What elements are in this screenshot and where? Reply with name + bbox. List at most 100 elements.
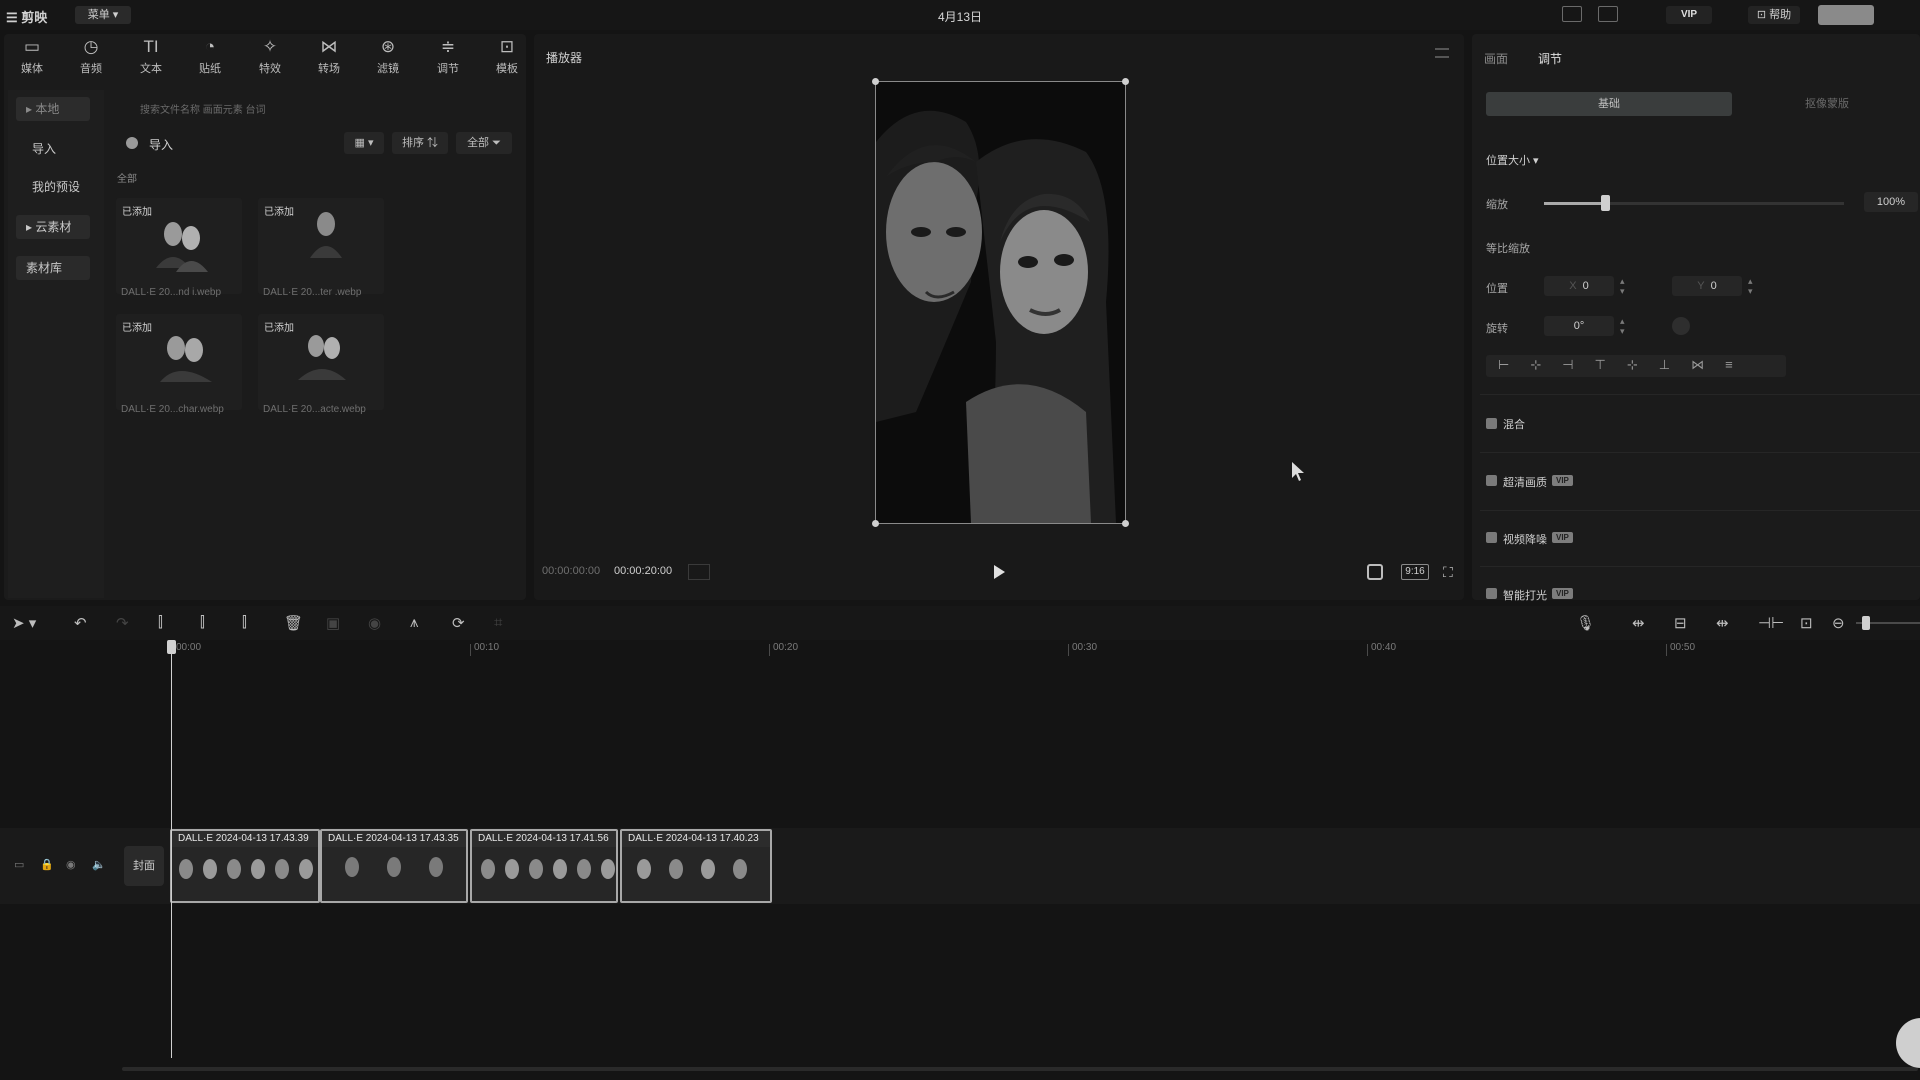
super-resolution-checkbox[interactable]: [1486, 475, 1497, 486]
play-button[interactable]: [994, 565, 1005, 579]
tick: [1367, 644, 1368, 656]
select-tool-icon[interactable]: ➤ ▾: [12, 614, 36, 632]
track-placeholder-icon[interactable]: ▭: [14, 858, 24, 871]
rotate-dial-icon[interactable]: [1672, 317, 1690, 335]
mute-icon[interactable]: 🔈: [92, 858, 106, 871]
sidebar-item-local[interactable]: ▸ 本地: [16, 97, 90, 121]
crop-icon[interactable]: ⌗: [494, 614, 502, 631]
timeline-clip[interactable]: DALL·E 2024-04-13 17.40.23: [620, 829, 772, 903]
tick-label: 00:30: [1072, 642, 1098, 653]
record-audio-icon[interactable]: 🎙: [1576, 614, 1595, 632]
tool-filter[interactable]: ⊛ 滤镜: [364, 38, 412, 76]
flicker-checkbox[interactable]: [1486, 588, 1497, 599]
resize-handle[interactable]: [872, 520, 879, 527]
search-input[interactable]: 搜索文件名称 画面元素 台词: [140, 101, 266, 116]
playhead[interactable]: [171, 640, 172, 1058]
vip-tag: VIP: [1552, 532, 1573, 543]
layout-icon[interactable]: [1598, 6, 1618, 22]
timeline-clip[interactable]: DALL·E 2024-04-13 17.43.35: [320, 829, 468, 903]
added-badge: 已添加: [264, 207, 294, 218]
reverse-icon[interactable]: ◉: [368, 614, 381, 632]
screenshot-icon[interactable]: [1367, 564, 1383, 580]
fullscreen-icon[interactable]: ⛶: [1443, 564, 1453, 581]
clip-thumbnails: [622, 847, 770, 901]
timecode-grid-icon[interactable]: [688, 564, 710, 580]
denoise-checkbox[interactable]: [1486, 532, 1497, 543]
view-toggle-button[interactable]: ▦ ▾: [344, 132, 384, 154]
preview-axis-icon[interactable]: ⊡: [1800, 614, 1813, 632]
scale-input[interactable]: 100%: [1864, 192, 1918, 212]
media-name: DALL·E 20...acte.webp: [263, 404, 366, 415]
segment-cutout[interactable]: 抠像蒙版: [1734, 92, 1920, 116]
resize-handle[interactable]: [1122, 520, 1129, 527]
position-x-stepper[interactable]: ▴ ▾: [1620, 276, 1625, 296]
sticker-icon: ◔: [204, 37, 216, 56]
tool-transition[interactable]: ⋈ 转场: [305, 38, 353, 76]
lock-icon[interactable]: 🔒: [40, 858, 54, 871]
split-right-icon[interactable]: ⫿: [242, 614, 247, 631]
eye-icon[interactable]: ◉: [66, 858, 76, 871]
sort-button[interactable]: 排序 ⇅: [392, 132, 448, 154]
rotate-input[interactable]: 0°: [1544, 316, 1614, 336]
tool-text[interactable]: TI 文本: [127, 38, 175, 76]
resize-handle[interactable]: [872, 78, 879, 85]
tool-media[interactable]: ▭ 媒体: [8, 38, 56, 76]
tool-sticker[interactable]: ◔ 贴纸: [186, 38, 234, 76]
rotate-stepper[interactable]: ▴ ▾: [1620, 316, 1625, 336]
freeze-icon[interactable]: ▣: [326, 614, 340, 632]
split-left-icon[interactable]: ⫿: [200, 614, 205, 631]
sidebar-item-cloud[interactable]: ▸ 云素材: [16, 215, 90, 239]
total-time: 00:00:20:00: [614, 565, 673, 577]
ratio-button[interactable]: 9:16: [1401, 564, 1429, 580]
project-title: 4月13日: [937, 10, 983, 24]
timeline-clip[interactable]: DALL·E 2024-04-13 17.41.56: [470, 829, 618, 903]
undo-icon[interactable]: ↶: [74, 614, 87, 632]
tool-effects[interactable]: ✧ 特效: [246, 38, 294, 76]
sidebar-item-presets[interactable]: 我的预设: [16, 175, 90, 199]
tool-audio[interactable]: ◷ 音频: [67, 38, 115, 76]
filter-button[interactable]: 全部 ⏷: [456, 132, 512, 154]
tab-adjust[interactable]: 调节: [1538, 50, 1562, 67]
sidebar-item-import[interactable]: 导入: [16, 137, 90, 161]
link-preview-icon[interactable]: ⊟: [1674, 614, 1687, 632]
video-preview[interactable]: [875, 81, 1126, 524]
timeline-ruler[interactable]: [0, 640, 1920, 660]
tool-adjust[interactable]: ≑ 调节: [424, 38, 472, 76]
import-radio[interactable]: [126, 137, 138, 149]
timeline-scrollbar[interactable]: [122, 1067, 1918, 1071]
position-y-stepper[interactable]: ▴ ▾: [1748, 276, 1753, 296]
shortcut-icon[interactable]: [1562, 6, 1582, 22]
tab-picture[interactable]: 画面: [1484, 50, 1508, 67]
timeline-clip[interactable]: DALL·E 2024-04-13 17.43.39: [170, 829, 320, 903]
rotate-icon[interactable]: ⟳: [452, 614, 465, 632]
vip-button[interactable]: VIP: [1666, 6, 1712, 24]
menu-icon[interactable]: [1435, 48, 1449, 58]
blend-checkbox[interactable]: [1486, 418, 1497, 429]
sidebar-item-library[interactable]: 素材库: [16, 256, 90, 280]
position-y-input[interactable]: Y 0: [1672, 276, 1742, 296]
delete-icon[interactable]: 🗑: [284, 614, 303, 632]
scale-slider-handle[interactable]: [1601, 195, 1610, 211]
help-button[interactable]: ⊡ 帮助: [1748, 6, 1800, 24]
tool-label: 文本: [140, 63, 162, 75]
link-linkage-icon[interactable]: ⇹: [1716, 614, 1729, 632]
snap-icon[interactable]: ⊣⊢: [1758, 614, 1784, 632]
redo-icon[interactable]: ↷: [116, 614, 129, 632]
floating-button[interactable]: [1896, 1018, 1920, 1068]
tool-template[interactable]: ⊡ 模板: [483, 38, 531, 76]
zoom-out-icon[interactable]: ⊖: [1832, 614, 1845, 632]
resize-handle[interactable]: [1122, 78, 1129, 85]
player-title: 播放器: [546, 51, 583, 65]
link-main-track-icon[interactable]: ⇹: [1632, 614, 1645, 632]
align-icons[interactable]: ⊢⊹⊣⊤⊹⊥⋈≡: [1498, 357, 1754, 373]
mirror-icon[interactable]: ⩚: [410, 614, 418, 631]
tick-label: 00:40: [1371, 642, 1397, 653]
clip-label: DALL·E 2024-04-13 17.43.39: [178, 833, 309, 844]
export-button[interactable]: [1818, 5, 1874, 25]
split-icon[interactable]: ⫿: [158, 614, 163, 631]
segment-basic[interactable]: 基础: [1486, 92, 1732, 116]
zoom-slider-handle[interactable]: [1862, 616, 1870, 630]
cover-button[interactable]: 封面: [124, 846, 164, 886]
playhead-handle[interactable]: [167, 640, 176, 654]
position-x-input[interactable]: X 0: [1544, 276, 1614, 296]
